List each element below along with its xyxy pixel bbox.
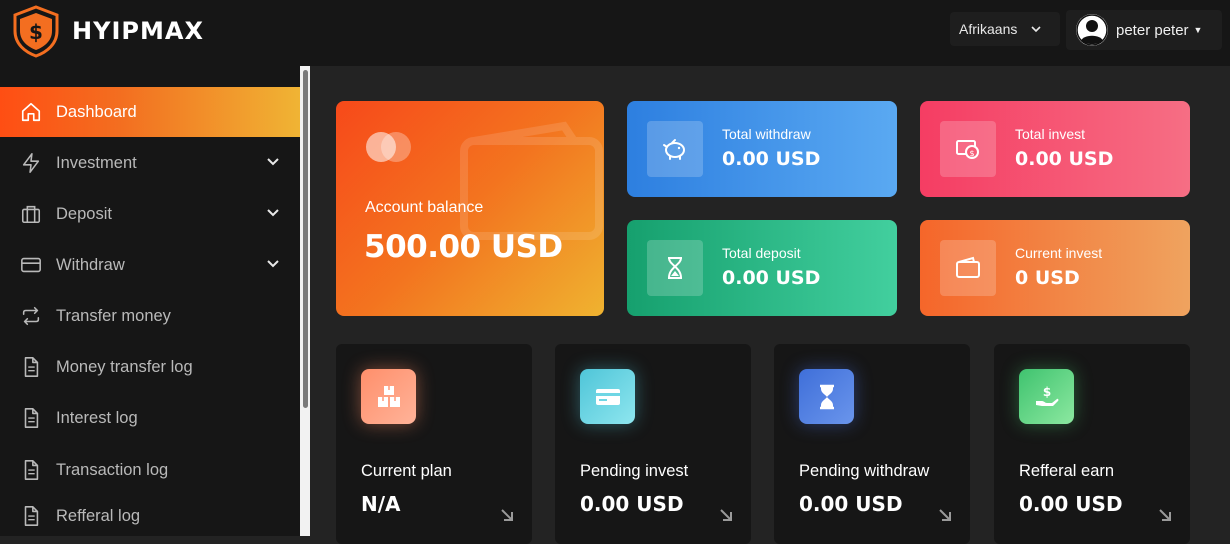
sidebar-item-interest-log[interactable]: Interest log [0,393,300,443]
sidebar-scrollbar-thumb[interactable] [303,70,308,408]
pending-invest-value: 0.00 USD [580,492,684,516]
briefcase-icon [20,203,42,225]
brand-logo[interactable]: $ HYIPMAX [10,4,204,58]
account-balance-value: 500.00 USD [364,229,563,265]
total-deposit-label: Total deposit [722,245,801,261]
sidebar-item-label: Money transfer log [56,357,193,376]
total-deposit-value: 0.00 USD [722,267,821,289]
money-bill-icon: $ [940,121,996,177]
refferal-earn-value: 0.00 USD [1019,492,1123,516]
wallet-icon [940,240,996,296]
svg-text:$: $ [969,149,974,158]
sidebar-item-money-transfer-log[interactable]: Money transfer log [0,342,300,392]
user-avatar-icon [1076,14,1108,46]
language-select[interactable]: Afrikaans [950,12,1060,46]
total-withdraw-value: 0.00 USD [722,148,821,170]
total-invest-label: Total invest [1015,126,1086,142]
chevron-down-icon[interactable] [266,155,280,169]
document-icon [20,505,42,527]
sidebar-item-label: Transfer money [56,306,171,325]
card-chip-icon [366,132,411,162]
chevron-down-icon [1031,22,1041,36]
total-withdraw-label: Total withdraw [722,126,811,142]
transfer-arrows-icon [20,305,42,327]
home-icon [20,101,42,123]
total-withdraw-card: Total withdraw 0.00 USD [627,101,897,197]
boxes-icon [361,369,416,424]
total-deposit-card: Total deposit 0.00 USD [627,220,897,316]
sidebar-item-investment[interactable]: Investment [0,138,300,188]
total-invest-card: $ Total invest 0.00 USD [920,101,1190,197]
wallet-watermark-icon [460,121,603,240]
hand-dollar-icon: $ [1019,369,1074,424]
credit-card-icon [20,254,42,276]
refferal-earn-card[interactable]: $ Refferal earn 0.00 USD [994,344,1190,544]
avatar [1076,14,1108,46]
sidebar-item-dashboard[interactable]: Dashboard [0,87,300,137]
caret-down-icon: ▼ [1193,25,1203,35]
arrow-down-right-icon[interactable] [500,508,514,522]
user-name: peter peter [1116,21,1189,39]
pending-withdraw-card[interactable]: Pending withdraw 0.00 USD [774,344,970,544]
pending-invest-card[interactable]: Pending invest 0.00 USD [555,344,751,544]
account-balance-card: Account balance 500.00 USD [336,101,604,316]
sidebar-item-label: Withdraw [56,255,125,274]
top-bar: $ HYIPMAX Afrikaans peter peter ▼ [0,0,1230,66]
hourglass-icon [647,240,703,296]
sidebar-item-transaction-log[interactable]: Transaction log [0,445,300,495]
language-value: Afrikaans [959,21,1018,37]
sidebar-item-withdraw[interactable]: Withdraw [0,240,300,290]
bolt-icon [20,152,42,174]
sidebar-item-label: Investment [56,153,137,172]
svg-text:$: $ [29,20,43,44]
sidebar-item-label: Transaction log [56,460,169,479]
brand-name: HYIPMAX [72,17,204,45]
pending-invest-label: Pending invest [580,462,689,480]
total-invest-value: 0.00 USD [1015,148,1114,170]
current-plan-card[interactable]: Current plan N/A [336,344,532,544]
document-icon [20,356,42,378]
sidebar-item-label: Deposit [56,204,112,223]
arrow-down-right-icon[interactable] [938,508,952,522]
refferal-earn-label: Refferal earn [1019,462,1115,480]
account-balance-label: Account balance [365,199,484,216]
sidebar-item-transfer-money[interactable]: Transfer money [0,291,300,341]
sidebar-item-refferal-log[interactable]: Refferal log [0,496,300,536]
current-invest-card: Current invest 0 USD [920,220,1190,316]
shield-dollar-icon: $ [13,5,59,58]
current-plan-label: Current plan [361,462,452,480]
current-invest-label: Current invest [1015,245,1103,261]
current-invest-value: 0 USD [1015,267,1080,289]
arrow-down-right-icon[interactable] [719,508,733,522]
sidebar-item-label: Refferal log [56,506,141,525]
document-icon [20,459,42,481]
sidebar-item-label: Dashboard [56,102,137,121]
document-icon [20,407,42,429]
pending-withdraw-value: 0.00 USD [799,492,903,516]
card-icon [580,369,635,424]
sidebar-item-deposit[interactable]: Deposit [0,189,300,239]
chevron-down-icon[interactable] [266,206,280,220]
piggy-bank-icon [647,121,703,177]
arrow-down-right-icon[interactable] [1158,508,1172,522]
user-menu[interactable]: peter peter ▼ [1066,10,1222,50]
current-plan-value: N/A [361,492,401,516]
hourglass-icon [799,369,854,424]
sidebar-item-label: Interest log [56,408,138,427]
svg-text:$: $ [1042,385,1050,399]
pending-withdraw-label: Pending withdraw [799,462,930,480]
chevron-down-icon[interactable] [266,257,280,271]
